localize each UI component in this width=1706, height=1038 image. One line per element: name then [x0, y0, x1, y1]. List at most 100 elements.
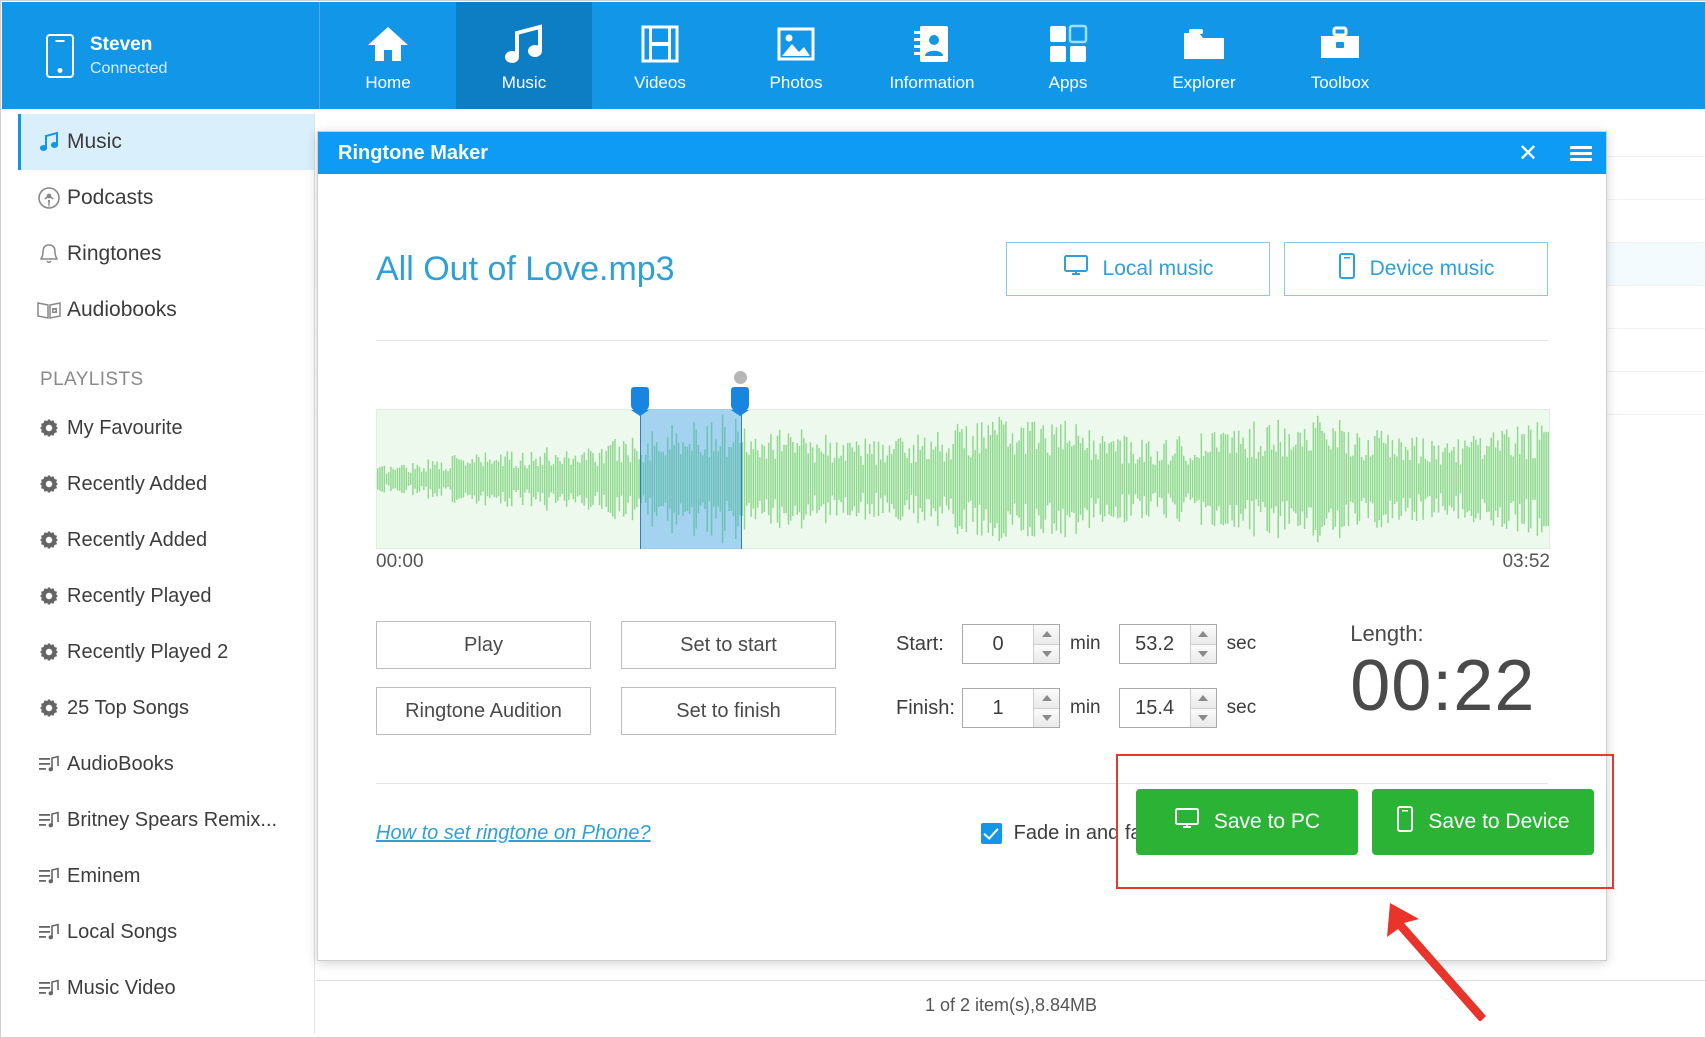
- sidebar-playlist-recently-added-1[interactable]: Recently Added: [18, 456, 314, 512]
- nav-tab-music[interactable]: Music: [456, 2, 592, 109]
- time-fields: Start: 0 min 53.2: [896, 621, 1274, 731]
- sidebar-playlist-recently-added-2[interactable]: Recently Added: [18, 512, 314, 568]
- music-note-icon: [35, 128, 63, 156]
- sidebar-item-label: Recently Played 2: [67, 641, 228, 664]
- sidebar-playlist-britney-spears-remix[interactable]: Britney Spears Remix...: [18, 792, 314, 848]
- length-label: Length:: [1350, 621, 1535, 647]
- waveform-end-time: 03:52: [1502, 551, 1550, 573]
- monitor-icon: [1174, 807, 1200, 837]
- nav-tab-explorer[interactable]: Explorer: [1136, 2, 1272, 109]
- divider-top: [376, 340, 1548, 341]
- nav-tab-label: Home: [365, 73, 410, 93]
- set-to-finish-button[interactable]: Set to finish: [621, 687, 836, 735]
- start-minutes-stepper[interactable]: 0: [962, 624, 1060, 664]
- local-music-button[interactable]: Local music: [1006, 242, 1270, 296]
- dialog-body: All Out of Love.mp3 Local music: [318, 174, 1606, 960]
- save-to-device-button[interactable]: Save to Device: [1372, 789, 1594, 855]
- fade-checkbox[interactable]: [981, 823, 1002, 844]
- sidebar-playlist-recently-played-2[interactable]: Recently Played 2: [18, 624, 314, 680]
- save-to-device-label: Save to Device: [1428, 810, 1569, 834]
- home-icon: [366, 19, 410, 69]
- music-note-icon: [502, 19, 546, 69]
- picture-icon: [776, 19, 816, 69]
- sidebar-playlist-local-songs[interactable]: Local Songs: [18, 904, 314, 960]
- how-to-set-ringtone-link[interactable]: How to set ringtone on Phone?: [376, 822, 651, 845]
- sidebar-playlist-my-favourite[interactable]: My Favourite: [18, 400, 314, 456]
- phone-icon: [1396, 806, 1414, 838]
- playlist-icon: [35, 862, 63, 890]
- status-bar: 1 of 2 item(s),8.84MB: [316, 980, 1706, 1029]
- play-button[interactable]: Play: [376, 621, 591, 669]
- sidebar-item-label: Music: [67, 130, 122, 154]
- sidebar-item-label: Eminem: [67, 865, 140, 888]
- start-time-row: Start: 0 min 53.2: [896, 621, 1274, 667]
- sidebar-item-music[interactable]: Music: [18, 114, 314, 170]
- nav-tab-apps[interactable]: Apps: [1000, 2, 1136, 109]
- finish-minutes-down-arrow[interactable]: [1034, 709, 1059, 728]
- sidebar-item-audiobooks[interactable]: Audiobooks: [18, 282, 314, 338]
- start-minutes-up-arrow[interactable]: [1034, 625, 1059, 645]
- playhead-knob[interactable]: [734, 371, 747, 384]
- gear-icon: [35, 582, 63, 610]
- device-music-button[interactable]: Device music: [1284, 242, 1548, 296]
- nav-tab-label: Photos: [770, 73, 823, 93]
- start-minutes-value: 0: [963, 633, 1033, 656]
- playlist-icon: [35, 750, 63, 778]
- finish-minutes-stepper[interactable]: 1: [962, 688, 1060, 728]
- selection-start-handle[interactable]: [631, 387, 649, 411]
- finish-seconds-stepper[interactable]: 15.4: [1119, 688, 1217, 728]
- set-to-start-button[interactable]: Set to start: [621, 621, 836, 669]
- start-seconds-down-arrow[interactable]: [1191, 645, 1216, 664]
- waveform-canvas[interactable]: [376, 409, 1550, 549]
- start-sec-unit: sec: [1227, 633, 1257, 655]
- device-info-block[interactable]: Steven Connected: [2, 2, 320, 109]
- nav-tab-photos[interactable]: Photos: [728, 2, 864, 109]
- dialog-title-bar: Ringtone Maker ✕: [318, 132, 1606, 174]
- sidebar-item-ringtones[interactable]: Ringtones: [18, 226, 314, 282]
- local-music-label: Local music: [1103, 257, 1214, 281]
- nav-tab-information[interactable]: Information: [864, 2, 1000, 109]
- song-title: All Out of Love.mp3: [376, 250, 675, 289]
- start-seconds-stepper[interactable]: 53.2: [1119, 624, 1217, 664]
- ringtone-audition-button[interactable]: Ringtone Audition: [376, 687, 591, 735]
- sidebar-item-label: Ringtones: [67, 242, 162, 266]
- sidebar-playlist-audiobooks[interactable]: AudioBooks: [18, 736, 314, 792]
- playback-buttons: Play Ringtone Audition: [376, 621, 591, 735]
- nav-tab-home[interactable]: Home: [320, 2, 456, 109]
- playlist-icon: [35, 806, 63, 834]
- start-seconds-value: 53.2: [1120, 633, 1190, 656]
- start-min-unit: min: [1070, 633, 1101, 655]
- gear-icon: [35, 526, 63, 554]
- finish-seconds-down-arrow[interactable]: [1191, 709, 1216, 728]
- sidebar-playlist-eminem[interactable]: Eminem: [18, 848, 314, 904]
- film-strip-icon: [640, 19, 680, 69]
- sidebar-playlist-25-top-songs[interactable]: 25 Top Songs: [18, 680, 314, 736]
- close-icon[interactable]: ✕: [1506, 132, 1550, 174]
- finish-min-unit: min: [1070, 697, 1101, 719]
- start-seconds-up-arrow[interactable]: [1191, 625, 1216, 645]
- audiobook-icon: [35, 296, 63, 324]
- sidebar-playlist-music-video[interactable]: Music Video: [18, 960, 314, 1016]
- monitor-icon: [1063, 254, 1089, 284]
- sidebar-playlist-recently-played[interactable]: Recently Played: [18, 568, 314, 624]
- finish-seconds-value: 15.4: [1120, 697, 1190, 720]
- status-bar-text: 1 of 2 item(s),8.84MB: [925, 995, 1097, 1016]
- waveform-graphic: [377, 410, 1549, 548]
- hamburger-menu-icon[interactable]: [1556, 132, 1606, 174]
- nav-tab-label: Music: [502, 73, 546, 93]
- waveform-area: 00:00 03:52: [376, 409, 1548, 549]
- nav-tab-videos[interactable]: Videos: [592, 2, 728, 109]
- finish-minutes-up-arrow[interactable]: [1034, 689, 1059, 709]
- top-navigation-bar: Steven Connected Home Music: [2, 2, 1706, 109]
- gear-icon: [35, 470, 63, 498]
- nav-tab-toolbox[interactable]: Toolbox: [1272, 2, 1408, 109]
- set-point-buttons: Set to start Set to finish: [621, 621, 836, 735]
- start-minutes-down-arrow[interactable]: [1034, 645, 1059, 664]
- grid-squares-icon: [1048, 19, 1088, 69]
- sidebar-item-podcasts[interactable]: Podcasts: [18, 170, 314, 226]
- phone-icon: [46, 34, 74, 78]
- gear-icon: [35, 694, 63, 722]
- finish-seconds-up-arrow[interactable]: [1191, 689, 1216, 709]
- save-to-pc-button[interactable]: Save to PC: [1136, 789, 1358, 855]
- selection-end-handle[interactable]: [731, 387, 749, 411]
